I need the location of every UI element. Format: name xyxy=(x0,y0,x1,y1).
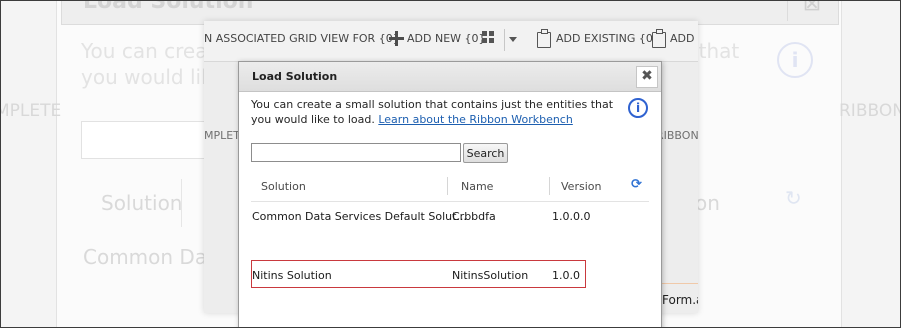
refresh-icon[interactable]: ⟳ xyxy=(631,177,642,192)
row-solution[interactable]: Common Data Services Default Solut... xyxy=(252,210,467,223)
solutions-table: Solution Name Version ⟳ Common Data Serv… xyxy=(251,173,649,323)
background-divider xyxy=(181,179,182,227)
column-divider xyxy=(549,177,550,195)
plus-icon xyxy=(389,31,404,46)
column-header-name[interactable]: Name xyxy=(461,180,493,193)
background-row: Common Dat xyxy=(83,245,215,269)
toolbar-add-new-button[interactable]: ADD NEW {0} xyxy=(407,32,486,45)
background-side-text-left: MPLETE xyxy=(0,101,62,121)
background-column-version: on xyxy=(695,191,720,215)
search-input[interactable] xyxy=(251,143,461,162)
column-divider xyxy=(447,177,448,195)
info-icon[interactable]: i xyxy=(628,98,648,118)
grid-icon[interactable] xyxy=(482,31,496,45)
dialog-title: Load Solution xyxy=(252,70,338,83)
toolbar-associated-grid-button[interactable]: N ASSOCIATED GRID VIEW FOR {0} xyxy=(204,32,400,45)
clipboard-icon xyxy=(652,29,666,48)
row-version[interactable]: 1.0.0 xyxy=(552,269,580,282)
column-header-version[interactable]: Version xyxy=(561,180,601,193)
row-version[interactable]: 1.0.0.0 xyxy=(552,210,590,223)
midlayer-side-text-right: RIBBON. xyxy=(656,129,698,142)
close-icon[interactable]: ✖ xyxy=(636,66,658,88)
clipboard-icon xyxy=(537,29,551,48)
row-name[interactable]: NitinsSolution xyxy=(452,269,528,282)
load-solution-dialog: Load Solution ✖ You can create a small s… xyxy=(238,61,662,327)
dialog-description: You can create a small solution that con… xyxy=(251,97,621,127)
midlayer-side-text-left: MPLET xyxy=(204,129,240,142)
background-column-solution: Solution xyxy=(101,191,183,215)
header-divider xyxy=(251,201,649,202)
midlayer-form-text: Form.a xyxy=(662,293,698,307)
row-name[interactable]: Crbbdfa xyxy=(452,210,496,223)
background-search-input xyxy=(81,121,223,159)
background-title: Load Solution xyxy=(83,0,254,14)
screen-frame: Load Solution ⊠ You can create a small s… xyxy=(0,0,901,328)
toolbar-add-button-cut[interactable]: ADD E xyxy=(670,32,698,45)
ribbon-workbench-help-link[interactable]: Learn about the Ribbon Workbench xyxy=(378,113,572,126)
background-side-text-right: RIBBON xyxy=(839,101,901,121)
ribbon-toolbar: N ASSOCIATED GRID VIEW FOR {0} ADD NEW {… xyxy=(204,21,698,62)
chevron-down-icon[interactable] xyxy=(509,37,517,42)
search-button[interactable]: Search xyxy=(463,143,508,163)
background-close-icon: ⊠ xyxy=(787,1,836,21)
column-header-solution[interactable]: Solution xyxy=(261,180,306,193)
toolbar-add-existing-button[interactable]: ADD EXISTING {0} xyxy=(556,32,660,45)
background-info-icon: i xyxy=(777,42,813,78)
toolbar-separator xyxy=(504,29,505,51)
background-refresh-icon: ↻ xyxy=(785,186,802,210)
row-solution[interactable]: Nitins Solution xyxy=(252,269,332,282)
midlayer-divider xyxy=(658,283,698,284)
dialog-titlebar: Load Solution ✖ xyxy=(239,62,661,92)
